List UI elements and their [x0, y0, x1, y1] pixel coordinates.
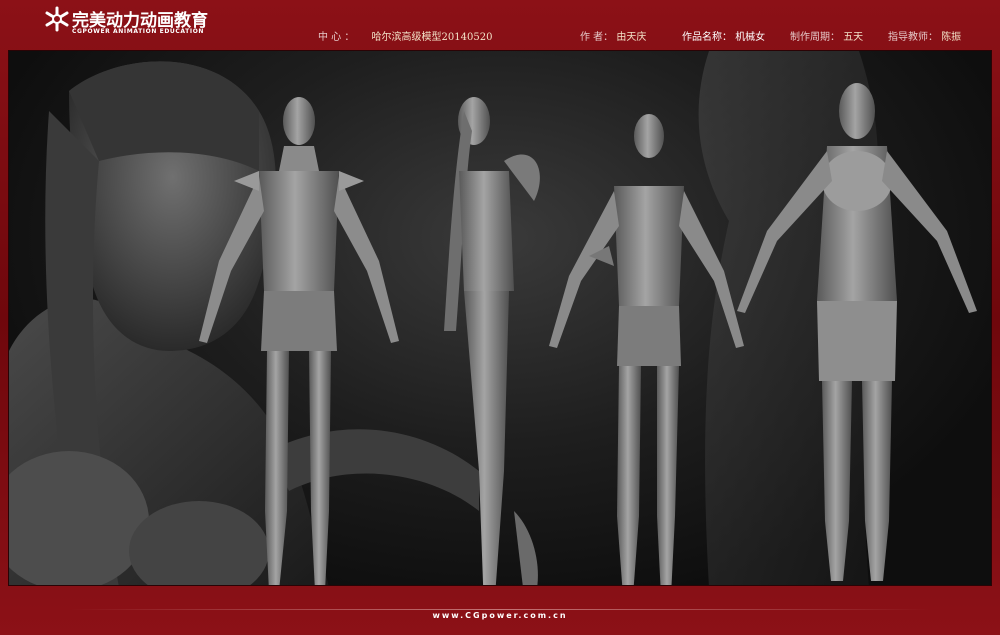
- work-label: 作品名称：: [682, 32, 732, 43]
- brand-logo: 完美动力动画教育 CGPOWER ANIMATION EDUCATION: [44, 6, 214, 40]
- snowflake-logo-icon: [45, 6, 69, 32]
- sculpt-render-viewport: [8, 50, 992, 586]
- footer-divider: [70, 609, 930, 610]
- period-label: 制作周期：: [790, 32, 840, 43]
- center-info: 中 心 ： 哈尔滨高级模型20140520: [318, 28, 492, 43]
- period-value: 五天: [843, 32, 864, 43]
- teacher-label: 指导教师：: [888, 32, 938, 43]
- teacher-info: 指导教师： 陈振: [888, 28, 961, 43]
- work-info: 作品名称： 机械女: [682, 28, 765, 43]
- footer-bar: www.CGpower.com.cn: [0, 596, 1000, 635]
- header-bar: 完美动力动画教育 CGPOWER ANIMATION EDUCATION 中 心…: [0, 0, 1000, 46]
- teacher-value: 陈振: [941, 32, 962, 43]
- period-info: 制作周期： 五天: [790, 28, 863, 43]
- center-value: 哈尔滨高级模型20140520: [371, 32, 493, 43]
- sculpt-artwork: [9, 51, 977, 585]
- author-label: 作 者：: [580, 32, 614, 43]
- author-value: 由天庆: [616, 32, 647, 43]
- side-view-figure: [444, 97, 540, 585]
- work-value: 机械女: [735, 32, 766, 43]
- author-info: 作 者： 由天庆: [580, 28, 646, 43]
- logo-english-text: CGPOWER ANIMATION EDUCATION: [72, 28, 205, 35]
- center-label: 中 心 ：: [318, 32, 355, 43]
- website-url: www.CGpower.com.cn: [432, 611, 568, 620]
- face-closeup-view: [9, 61, 479, 585]
